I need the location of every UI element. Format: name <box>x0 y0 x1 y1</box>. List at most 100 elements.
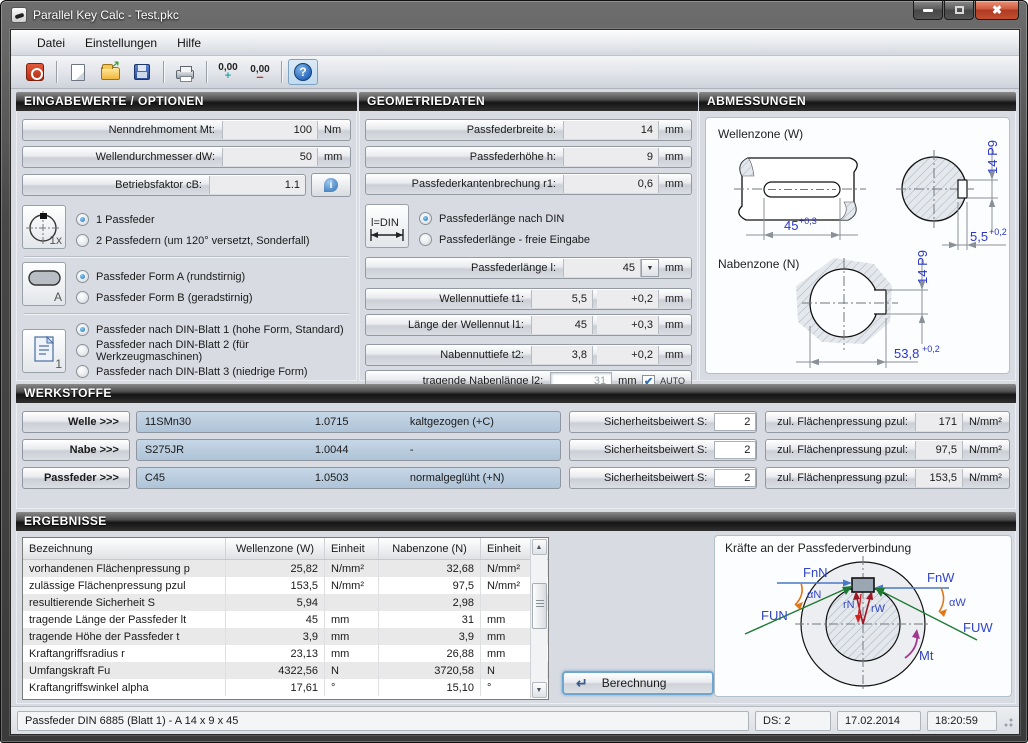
col-header[interactable]: Bezeichnung <box>23 538 226 559</box>
passfederhoehe-value: 9 <box>563 148 659 166</box>
field-label: Betriebsfaktor cB: <box>23 179 209 191</box>
welle-material-button[interactable]: Welle >>> <box>22 411 130 433</box>
exit-button[interactable] <box>20 59 50 85</box>
material-treatment: - <box>402 444 561 456</box>
menu-einstellungen[interactable]: Einstellungen <box>75 32 167 54</box>
results-table: Bezeichnung Wellenzone (W) Einheit Naben… <box>22 537 549 700</box>
passfederlaenge-value[interactable]: 45 <box>563 259 641 277</box>
info-icon: i <box>324 178 338 192</box>
radio-1-passfeder[interactable]: 1 Passfeder <box>76 209 351 230</box>
application-window: Parallel Key Calc - Test.pkc ✖ Datei Ein… <box>0 0 1028 743</box>
table-scrollbar[interactable]: ▲ ▼ <box>530 539 547 698</box>
open-folder-icon <box>101 67 120 80</box>
radio-laenge-din[interactable]: Passfederlänge nach DIN <box>419 208 692 229</box>
kantenbrechung-value: 0,6 <box>563 175 659 193</box>
menu-datei[interactable]: Datei <box>27 32 75 54</box>
results-table-body: vorhandenen Flächenpressung p25,82N/mm²3… <box>23 560 548 696</box>
field-label: Wellennuttiefe t1: <box>366 293 531 305</box>
radio-icon <box>419 212 432 225</box>
new-file-button[interactable] <box>63 59 93 85</box>
field-wellendurchmesser: Wellendurchmesser dW: 50 mm <box>22 146 351 168</box>
passfederbreite-value: 14 <box>563 121 659 139</box>
wellendurchmesser-input[interactable]: 50 <box>222 148 318 166</box>
scroll-thumb[interactable] <box>532 583 547 629</box>
table-row: vorhandenen Flächenpressung p25,82N/mm²3… <box>23 560 548 577</box>
field-unit: N/mm² <box>963 416 1009 428</box>
open-file-button[interactable] <box>95 59 125 85</box>
resize-grip[interactable] <box>1001 715 1013 727</box>
table-row: Kraftangriffswinkel alpha17,61°15,10° <box>23 679 548 696</box>
col-header[interactable]: Einheit <box>481 538 527 559</box>
nabe-sicherheitsbeiwert-input[interactable]: 2 <box>714 441 756 459</box>
decimals-minus-icon: 0,00– <box>250 66 269 79</box>
radio-laenge-frei[interactable]: Passfederlänge - freie Eingabe <box>419 229 692 250</box>
passfeder-count-icon: 1x <box>22 205 66 249</box>
panel-werkstoffe-header: WERKSTOFFE <box>16 384 1016 403</box>
nabe-material-button[interactable]: Nabe >>> <box>22 439 130 461</box>
panel-abmessungen: ABMESSUNGEN Wellenzone (W) <box>699 92 1016 381</box>
nabe-sicherheitsbeiwert-row: Sicherheitsbeiwert S: 2 <box>569 439 757 461</box>
betriebsfaktor-input[interactable]: 1.1 <box>209 176 305 194</box>
radio-icon <box>76 234 89 247</box>
col-header[interactable]: Wellenzone (W) <box>226 538 325 559</box>
window-title: Parallel Key Calc - Test.pkc <box>33 8 179 22</box>
panel-eingabewerte: EINGABEWERTE / OPTIONEN Nenndrehmoment M… <box>16 92 357 381</box>
welle-sicherheitsbeiwert-input[interactable]: 2 <box>714 413 756 431</box>
maximize-button[interactable] <box>944 1 974 20</box>
decimals-increase-button[interactable]: 0,00+ <box>213 59 243 85</box>
decimals-decrease-button[interactable]: 0,00– <box>245 59 275 85</box>
svg-text:l=DIN: l=DIN <box>371 217 399 229</box>
info-button[interactable]: i <box>311 173 351 197</box>
field-label: Sicherheitsbeiwert S: <box>570 472 714 484</box>
radio-din-blatt-3[interactable]: Passfeder nach DIN-Blatt 3 (niedrige For… <box>76 361 351 382</box>
radio-label: Passfederlänge nach DIN <box>439 213 564 225</box>
field-passfederhoehe: Passfederhöhe h: 9 mm <box>365 146 692 168</box>
enter-icon: ↵ <box>576 675 588 692</box>
berechnung-button[interactable]: ↵ Berechnung <box>562 671 714 695</box>
welle-material-bar: 11SMn30 1.0715 kaltgezogen (+C) <box>136 411 562 433</box>
radio-form-a[interactable]: Passfeder Form A (rundstirnig) <box>76 266 351 287</box>
passfeder-sicherheitsbeiwert-row: Sicherheitsbeiwert S: 2 <box>569 467 757 489</box>
menu-hilfe[interactable]: Hilfe <box>167 32 211 54</box>
radio-din-blatt-2[interactable]: Passfeder nach DIN-Blatt 2 (für Werkzeug… <box>76 340 351 361</box>
dim-nabe-breite: 14 P9 <box>915 250 930 284</box>
field-betriebsfaktor: Betriebsfaktor cB: 1.1 <box>22 174 306 196</box>
panel-ergebnisse: ERGEBNISSE Bezeichnung Wellenzone (W) Ei… <box>16 512 1016 704</box>
field-unit: N/mm² <box>963 444 1009 456</box>
material-treatment: normalgeglüht (+N) <box>402 472 561 484</box>
print-button[interactable] <box>170 59 200 85</box>
field-nabennuttiefe: Nabennuttiefe t2: 3,8 +0,2 mm <box>365 344 692 366</box>
save-icon <box>134 64 150 80</box>
minimize-button[interactable] <box>913 1 943 20</box>
dim-welle-tiefe: 5,5 <box>970 229 988 244</box>
table-row: zulässige Flächenpressung pzul153,5N/mm²… <box>23 577 548 594</box>
radio-2-passfedern[interactable]: 2 Passfedern (um 120° versetzt, Sonderfa… <box>76 230 351 251</box>
toolbar-separator <box>56 61 57 83</box>
dim-welle-breite: 14 P9 <box>985 140 1000 174</box>
passfeder-material-button[interactable]: Passfeder >>> <box>22 467 130 489</box>
table-row: resultierende Sicherheit S5,942,98 <box>23 594 548 611</box>
field-label: Sicherheitsbeiwert S: <box>570 416 714 428</box>
scroll-down-icon[interactable]: ▼ <box>532 682 547 698</box>
title-bar[interactable]: Parallel Key Calc - Test.pkc ✖ <box>1 1 1027 29</box>
scroll-up-icon[interactable]: ▲ <box>532 539 547 555</box>
help-icon: ? <box>294 63 312 81</box>
field-label: zul. Flächenpressung pzul: <box>766 472 915 484</box>
label-r-n: rN <box>843 599 855 611</box>
close-button[interactable]: ✖ <box>975 1 1019 20</box>
col-header[interactable]: Nabenzone (N) <box>379 538 481 559</box>
field-passfederlaenge: Passfederlänge l: 45 ▼ mm <box>365 257 692 279</box>
passfeder-sicherheitsbeiwert-input[interactable]: 2 <box>714 469 756 487</box>
nenndrehmoment-input[interactable]: 100 <box>222 121 318 139</box>
material-name: S275JR <box>137 444 307 456</box>
radio-form-b[interactable]: Passfeder Form B (geradstirnig) <box>76 287 351 308</box>
radio-label: Passfeder nach DIN-Blatt 2 (für Werkzeug… <box>96 339 351 363</box>
table-row: Kraftangriffsradius r23,13mm26,88mm <box>23 645 548 662</box>
passfederlaenge-dropdown-button[interactable]: ▼ <box>641 259 659 277</box>
force-diagram-box: Kräfte an der Passfederverbindung <box>714 535 1012 697</box>
save-button[interactable] <box>127 59 157 85</box>
help-button[interactable]: ? <box>288 59 318 85</box>
radio-din-blatt-1[interactable]: Passfeder nach DIN-Blatt 1 (hohe Form, S… <box>76 319 351 340</box>
col-header[interactable]: Einheit <box>325 538 379 559</box>
field-unit: mm <box>659 151 691 163</box>
